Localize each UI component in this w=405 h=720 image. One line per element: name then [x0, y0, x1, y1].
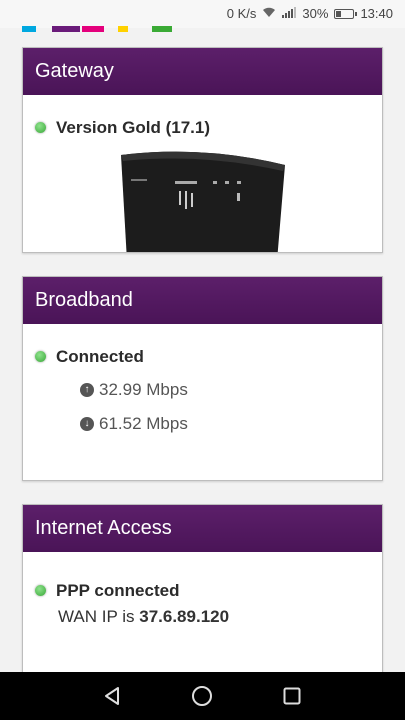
download-speed: 61.52 Mbps	[99, 414, 188, 433]
upload-speed-row: ↑ 32.99 Mbps	[80, 380, 188, 400]
broadband-status-text: Connected	[56, 347, 144, 366]
upload-speed: 32.99 Mbps	[99, 380, 188, 399]
gateway-card-title: Gateway	[23, 48, 382, 95]
battery-icon	[334, 8, 358, 19]
internet-access-card[interactable]: Internet Access PPP connected WAN IP is …	[22, 504, 383, 684]
download-arrow-icon: ↓	[80, 417, 94, 431]
wifi-icon	[262, 7, 276, 21]
recents-icon[interactable]	[280, 684, 304, 708]
battery-percent: 30%	[302, 6, 329, 21]
status-bar: 0 K/s 30% 13:40	[0, 0, 405, 32]
router-image	[121, 151, 285, 252]
gateway-version-text: Version Gold (17.1)	[56, 118, 210, 137]
back-icon[interactable]	[100, 684, 124, 708]
navigation-bar	[0, 672, 405, 720]
clock: 13:40	[360, 6, 393, 21]
gateway-status-dot	[35, 122, 46, 133]
internet-access-card-title: Internet Access	[23, 505, 382, 552]
gateway-card[interactable]: Gateway Version Gold (17.1)	[22, 47, 383, 253]
signal-icon	[282, 6, 297, 21]
broadband-card-title: Broadband	[23, 277, 382, 324]
wan-ip-line: WAN IP is 37.6.89.120	[58, 607, 229, 627]
upload-arrow-icon: ↑	[80, 383, 94, 397]
internet-status-text: PPP connected	[56, 581, 180, 600]
wan-ip-value: 37.6.89.120	[139, 607, 230, 626]
brand-logo-strip	[22, 26, 172, 32]
home-icon[interactable]	[190, 684, 214, 708]
wan-ip-label: WAN IP is	[58, 607, 135, 626]
broadband-status-dot	[35, 351, 46, 362]
network-speed: 0 K/s	[226, 6, 257, 21]
broadband-card[interactable]: Broadband Connected ↑ 32.99 Mbps ↓ 61.52…	[22, 276, 383, 481]
download-speed-row: ↓ 61.52 Mbps	[80, 414, 188, 434]
internet-status-dot	[35, 585, 46, 596]
